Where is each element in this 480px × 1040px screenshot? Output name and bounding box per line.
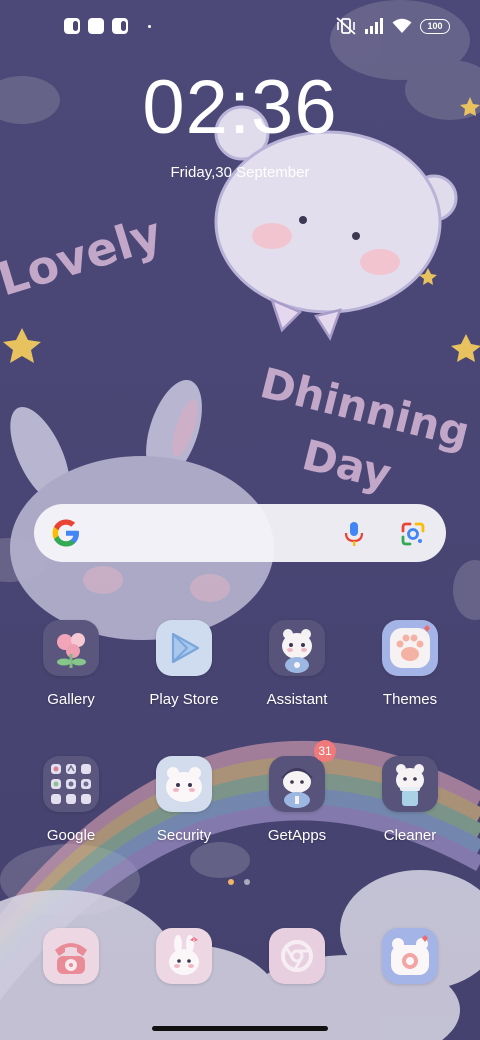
microphone-icon[interactable] [342,521,366,547]
page-indicator[interactable] [228,879,250,885]
google-folder-icon[interactable] [43,756,99,812]
app-themes[interactable]: Themes [355,620,465,708]
camera-icon[interactable] [382,928,438,984]
app-label: Google [46,827,96,844]
app-play-store[interactable]: Play Store [129,620,239,708]
app-label: Cleaner [383,827,437,844]
gesture-navigation-bar[interactable] [152,1026,328,1031]
notification-badge: 31 [314,740,336,762]
dock-phone[interactable] [16,928,126,984]
app-notification-icon [88,18,104,34]
clock-time[interactable]: 02:36 [0,70,480,146]
app-security[interactable]: Security [129,756,239,844]
app-assistant[interactable]: Assistant [242,620,352,708]
google-logo-icon[interactable] [50,517,82,549]
battery-icon: 100 [420,18,450,34]
app-notification-icon [64,18,80,34]
notification-icons [64,18,151,34]
page-dot [244,879,250,885]
security-icon[interactable] [156,756,212,812]
app-label: GetApps [267,827,327,844]
system-icons: 100 [336,17,450,35]
cleaner-icon[interactable] [382,756,438,812]
app-label: Themes [382,691,438,708]
dock-messaging[interactable] [129,928,239,984]
dock-camera[interactable] [355,928,465,984]
play-store-icon[interactable] [156,620,212,676]
page-dot-active [228,879,234,885]
assistant-icon[interactable] [269,620,325,676]
chrome-icon[interactable] [269,928,325,984]
phone-icon[interactable] [43,928,99,984]
status-bar: 100 [0,0,480,56]
wifi-icon [392,18,412,33]
themes-icon[interactable] [382,620,438,676]
google-lens-icon[interactable] [400,521,426,547]
mute-vibrate-icon [336,17,356,35]
signal-icon [365,18,383,34]
app-label: Assistant [266,691,328,708]
app-label: Security [156,827,212,844]
app-cleaner[interactable]: Cleaner [355,756,465,844]
app-label: Play Store [149,691,219,708]
google-search-bar[interactable] [34,504,446,562]
messaging-icon[interactable] [156,928,212,984]
app-google-folder[interactable]: Google [16,756,126,844]
app-notification-icon [112,18,128,34]
app-label: Gallery [47,691,95,708]
app-getapps[interactable]: GetApps [242,756,352,844]
more-notifications-dot [148,24,151,28]
clock-date[interactable]: Friday,30 September [0,164,480,181]
gallery-icon[interactable] [43,620,99,676]
app-gallery[interactable]: Gallery [16,620,126,708]
dock-chrome[interactable] [242,928,352,984]
getapps-icon[interactable] [269,756,325,812]
